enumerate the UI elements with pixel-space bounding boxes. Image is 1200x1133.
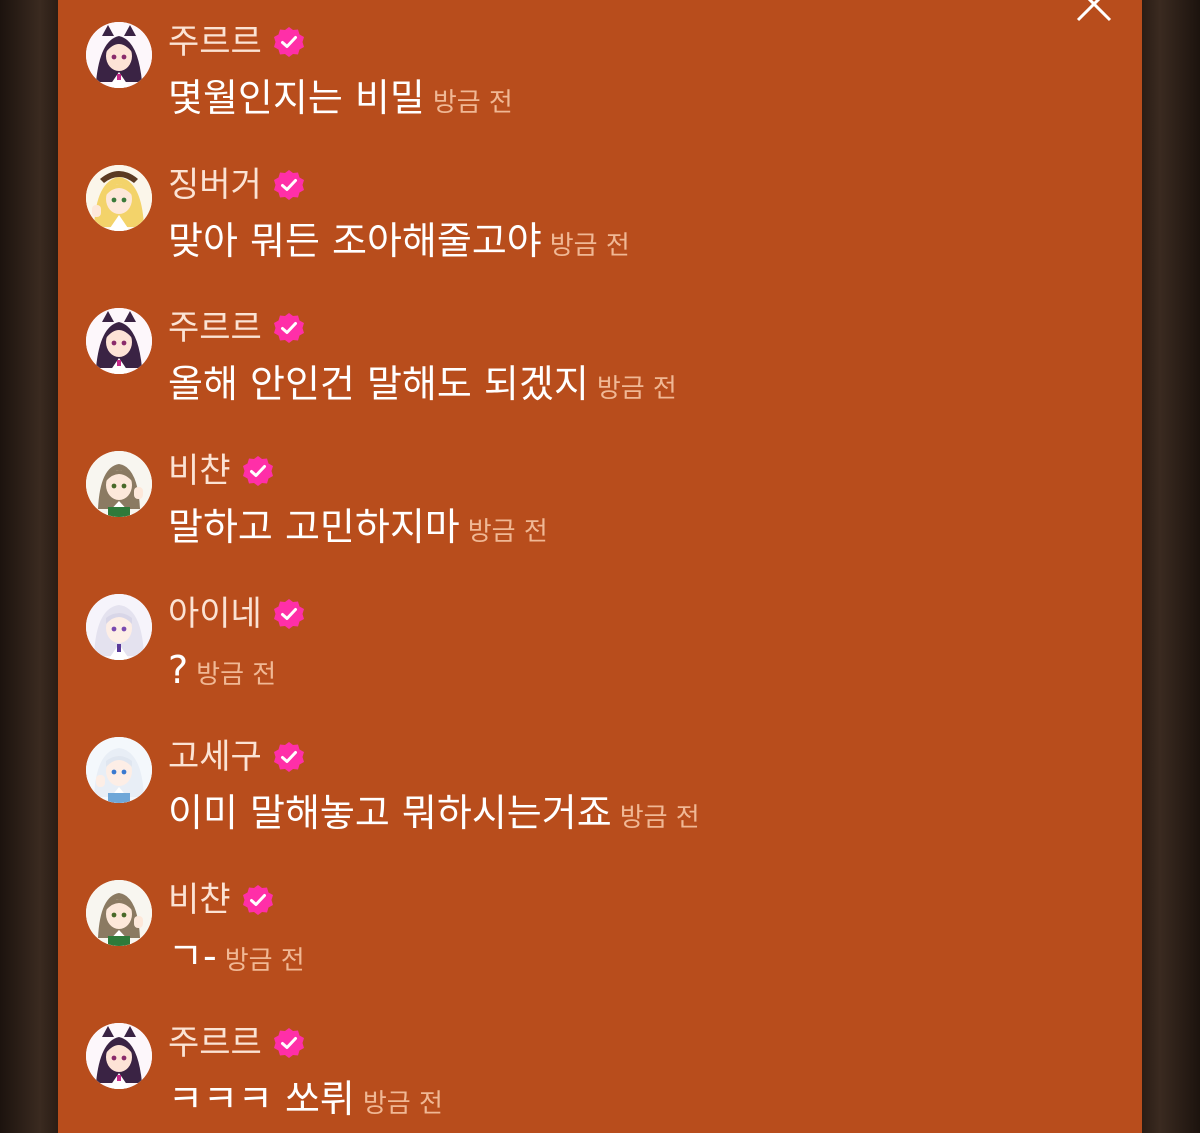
verified-badge-icon [273, 599, 304, 629]
timestamp: 방금 전 [467, 517, 548, 547]
username[interactable]: 징버거 [168, 163, 262, 207]
timestamp: 방금 전 [549, 231, 630, 261]
avatar-viichan[interactable] [86, 880, 152, 946]
chat-message: 아이네 ? 방금 전 [86, 594, 1106, 724]
message-text: 말하고 고민하지마 [168, 505, 460, 549]
chat-message: 주르르 ㅋㅋㅋ 쏘뤼 방금 전 [86, 1023, 1106, 1133]
message-text: 이미 말해놓고 뭐하시는거죠 [168, 791, 612, 835]
username[interactable]: 주르르 [168, 306, 262, 350]
chat-message: 징버거 맞아 뭐든 조아해줄고야 방금 전 [86, 165, 1106, 295]
verified-badge-icon [273, 27, 304, 57]
avatar-jururu[interactable] [86, 22, 152, 88]
verified-badge-icon [273, 1028, 304, 1058]
message-text: 맞아 뭐든 조아해줄고야 [168, 219, 542, 263]
timestamp: 방금 전 [619, 803, 700, 833]
verified-badge-icon [273, 313, 304, 343]
message-text: ㄱ- [168, 934, 217, 978]
verified-badge-icon [273, 170, 304, 200]
message-text: ㅋㅋㅋ 쏘뤼 [168, 1077, 355, 1121]
timestamp: 방금 전 [196, 660, 277, 690]
verified-badge-icon [273, 742, 304, 772]
avatar-gosegu[interactable] [86, 737, 152, 803]
message-text: ? [168, 648, 189, 692]
message-text: 올해 안인건 말해도 되겠지 [168, 362, 589, 406]
timestamp: 방금 전 [224, 946, 305, 976]
avatar-ine[interactable] [86, 594, 152, 660]
username[interactable]: 고세구 [168, 735, 262, 779]
message-text: 몇월인지는 비밀 [168, 76, 425, 120]
verified-badge-icon [242, 456, 273, 486]
chat-message: 주르르 몇월인지는 비밀 방금 전 [86, 22, 1106, 152]
timestamp: 방금 전 [432, 88, 513, 118]
username[interactable]: 주르르 [168, 1021, 262, 1065]
avatar-viichan[interactable] [86, 451, 152, 517]
username[interactable]: 아이네 [168, 592, 262, 636]
avatar-jingburger[interactable] [86, 165, 152, 231]
chat-message: 주르르 올해 안인건 말해도 되겠지 방금 전 [86, 308, 1106, 438]
username[interactable]: 비챤 [168, 878, 231, 922]
username[interactable]: 비챤 [168, 449, 231, 493]
username[interactable]: 주르르 [168, 20, 262, 64]
chat-panel: 주르르 몇월인지는 비밀 방금 전 징버거 맞아 뭐든 조아해줄고야 방금 전 … [58, 0, 1142, 1133]
timestamp: 방금 전 [596, 374, 677, 404]
chat-message: 고세구 이미 말해놓고 뭐하시는거죠 방금 전 [86, 737, 1106, 867]
verified-badge-icon [242, 885, 273, 915]
avatar-jururu[interactable] [86, 1023, 152, 1089]
chat-message: 비챤 말하고 고민하지마 방금 전 [86, 451, 1106, 581]
timestamp: 방금 전 [362, 1089, 443, 1119]
chat-message: 비챤 ㄱ- 방금 전 [86, 880, 1106, 1010]
avatar-jururu[interactable] [86, 308, 152, 374]
